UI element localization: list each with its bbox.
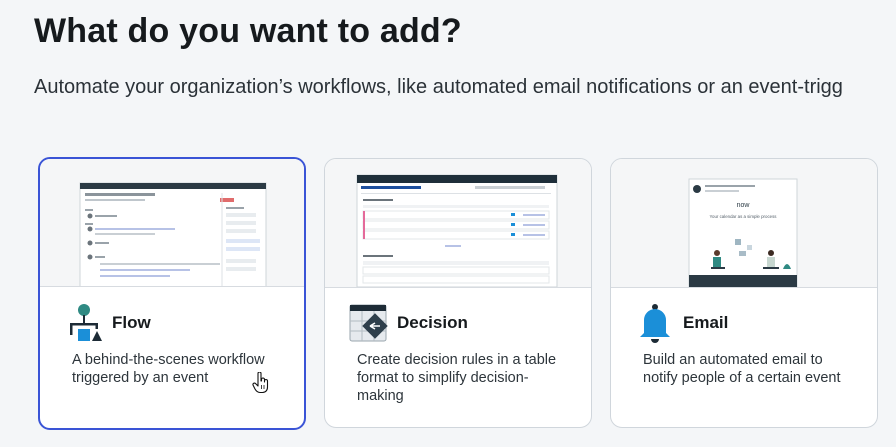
bell-icon xyxy=(635,303,675,343)
flow-preview-image xyxy=(40,159,304,287)
flow-title: Flow xyxy=(112,313,151,332)
email-thumbnail: now Your calendar as a simple process xyxy=(688,178,798,287)
email-card[interactable]: now Your calendar as a simple process Em… xyxy=(610,158,878,428)
page-title: What do you want to add? xyxy=(34,12,462,50)
email-preview-image: now Your calendar as a simple process xyxy=(611,159,877,288)
page-subtitle: Automate your organization’s workflows, … xyxy=(34,76,843,98)
email-title: Email xyxy=(683,313,729,332)
hand-cursor-icon xyxy=(252,371,270,399)
decision-table-icon xyxy=(349,303,389,343)
email-heading: Your calendar as a simple process xyxy=(710,214,778,219)
decision-description: Create decision rules in a table format … xyxy=(357,352,557,404)
decision-preview-image xyxy=(325,159,591,288)
decision-card[interactable]: Decision Create decision rules in a tabl… xyxy=(324,158,592,428)
decision-table-thumbnail xyxy=(356,174,558,287)
email-description: Build an automated email to notify peopl… xyxy=(643,352,841,386)
flow-designer-thumbnail xyxy=(79,182,267,286)
email-brand: now xyxy=(737,202,751,209)
flow-icon xyxy=(64,303,104,343)
decision-title: Decision xyxy=(397,313,468,332)
